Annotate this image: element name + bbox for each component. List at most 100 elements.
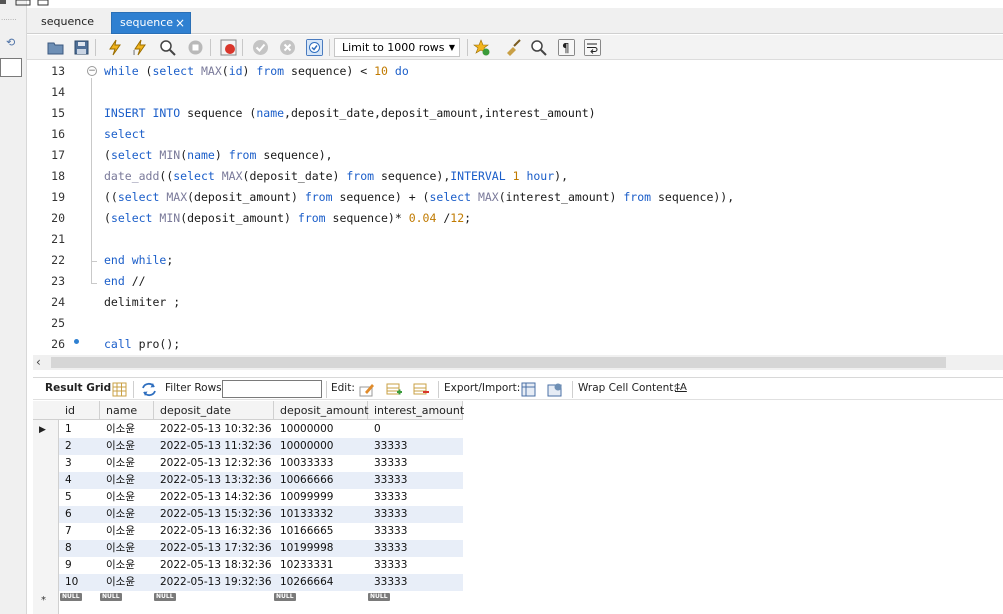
code-line[interactable]: 19 ((select MAX(deposit_amount) from sequ… (27, 187, 1003, 208)
table-cell[interactable]: 이소윤 (100, 574, 154, 591)
table-cell[interactable]: 33333 (368, 540, 463, 557)
table-cell[interactable]: 5 (59, 489, 100, 506)
toggle-error-stop-icon[interactable] (220, 39, 237, 56)
import-icon[interactable] (547, 382, 563, 397)
table-cell[interactable]: 2022-05-13 16:32:36 (154, 523, 274, 540)
beautify-brush-icon[interactable] (505, 39, 522, 56)
table-row[interactable]: 3 이소윤 2022-05-13 12:32:36 10033333 33333 (33, 455, 463, 472)
table-cell[interactable]: 2022-05-13 14:32:36 (154, 489, 274, 506)
table-cell[interactable]: 2 (59, 438, 100, 455)
splitter-grip[interactable]: ······· (1, 16, 17, 24)
schema-filter-input[interactable] (0, 58, 22, 77)
table-cell[interactable]: 33333 (368, 557, 463, 574)
sql-editor[interactable]: 13 while (select MAX(id) from sequence) <… (27, 61, 1003, 355)
tab-sequence-schema[interactable]: sequence (33, 12, 102, 34)
code-line[interactable]: 20 (select MIN(deposit_amount) from seque… (27, 208, 1003, 229)
table-cell[interactable]: 10099999 (274, 489, 368, 506)
table-cell[interactable]: 10000000 (274, 421, 368, 438)
table-cell[interactable]: 이소윤 (100, 506, 154, 523)
open-folder-icon[interactable] (47, 39, 64, 56)
table-row[interactable]: 7 이소윤 2022-05-13 16:32:36 10166665 33333 (33, 523, 463, 540)
table-cell[interactable]: 33333 (368, 574, 463, 591)
table-cell[interactable]: 10266664 (274, 574, 368, 591)
table-row[interactable]: 6 이소윤 2022-05-13 15:32:36 10133332 33333 (33, 506, 463, 523)
code-line[interactable]: 23 end // (27, 271, 1003, 292)
table-cell[interactable]: 33333 (368, 455, 463, 472)
table-cell[interactable]: 33333 (368, 523, 463, 540)
scrollbar-thumb[interactable] (51, 357, 946, 368)
add-snippet-star-icon[interactable] (473, 39, 490, 56)
refresh-arrows-icon[interactable] (141, 382, 157, 397)
table-row[interactable]: 8 이소윤 2022-05-13 17:32:36 10199998 33333 (33, 540, 463, 557)
word-wrap-icon[interactable] (584, 39, 601, 56)
table-cell[interactable]: 이소윤 (100, 557, 154, 574)
table-cell[interactable]: 0 (368, 421, 463, 438)
column-header-name[interactable]: name (100, 401, 154, 420)
table-cell[interactable]: 이소윤 (100, 489, 154, 506)
code-line[interactable]: 22 end while; (27, 250, 1003, 271)
execute-current-statement-icon[interactable]: I (132, 39, 149, 56)
table-cell[interactable]: 10066666 (274, 472, 368, 489)
table-cell[interactable]: 33333 (368, 506, 463, 523)
table-cell[interactable]: 2022-05-13 17:32:36 (154, 540, 274, 557)
code-line[interactable]: 13 while (select MAX(id) from sequence) <… (27, 61, 1003, 82)
code-line[interactable]: 17 (select MIN(name) from sequence), (27, 145, 1003, 166)
result-grid-label[interactable]: Result Grid (45, 382, 111, 394)
code-line[interactable]: 25 (27, 313, 1003, 334)
table-cell[interactable]: 10233331 (274, 557, 368, 574)
new-row-marker[interactable]: * (41, 595, 46, 606)
table-cell[interactable]: 8 (59, 540, 100, 557)
table-cell[interactable]: 이소윤 (100, 472, 154, 489)
null-placeholder-deposit-amount[interactable]: NULL (274, 593, 296, 601)
null-placeholder-deposit-date[interactable]: NULL (154, 593, 176, 601)
table-row[interactable]: 2 이소윤 2022-05-13 11:32:36 10000000 33333 (33, 438, 463, 455)
table-cell[interactable]: 이소윤 (100, 540, 154, 557)
commit-check-icon[interactable] (252, 39, 269, 56)
table-cell[interactable]: 6 (59, 506, 100, 523)
code-line[interactable]: 24 delimiter ; (27, 292, 1003, 313)
explain-magnifier-icon[interactable] (159, 39, 176, 56)
table-cell[interactable]: 2022-05-13 18:32:36 (154, 557, 274, 574)
table-cell[interactable]: 2022-05-13 15:32:36 (154, 506, 274, 523)
table-cell[interactable]: 33333 (368, 472, 463, 489)
table-cell[interactable]: 2022-05-13 11:32:36 (154, 438, 274, 455)
column-header-deposit-date[interactable]: deposit_date (154, 401, 274, 420)
code-line[interactable]: 14 (27, 82, 1003, 103)
column-header-id[interactable]: id (59, 401, 100, 420)
editor-horizontal-scrollbar[interactable]: ‹ (33, 355, 1003, 370)
table-cell[interactable]: 4 (59, 472, 100, 489)
table-row[interactable]: 9 이소윤 2022-05-13 18:32:36 10233331 33333 (33, 557, 463, 574)
table-cell[interactable]: 1 (59, 421, 100, 438)
column-header-interest-amount[interactable]: interest_amount (368, 401, 464, 420)
table-row[interactable]: 10 이소윤 2022-05-13 19:32:36 10266664 33333 (33, 574, 463, 591)
invisible-chars-pilcrow-icon[interactable]: ¶ (558, 39, 575, 56)
table-cell[interactable]: 10000000 (274, 438, 368, 455)
table-row[interactable]: 5 이소윤 2022-05-13 14:32:36 10099999 33333 (33, 489, 463, 506)
export-icon[interactable] (521, 382, 537, 397)
table-cell[interactable]: 10166665 (274, 523, 368, 540)
null-placeholder-id[interactable]: NULL (60, 593, 82, 601)
filter-rows-input[interactable] (222, 380, 322, 398)
execute-lightning-icon[interactable] (107, 39, 124, 56)
delete-row-icon[interactable] (413, 382, 429, 397)
null-placeholder-interest-amount[interactable]: NULL (368, 593, 390, 601)
table-cell[interactable]: 33333 (368, 438, 463, 455)
column-header-deposit-amount[interactable]: deposit_amount (274, 401, 369, 420)
code-line[interactable]: 21 (27, 229, 1003, 250)
wrap-cell-toggle-icon[interactable]: ‡A (675, 382, 687, 393)
code-line[interactable]: 15 INSERT INTO sequence (name,deposit_dat… (27, 103, 1003, 124)
save-icon[interactable] (73, 39, 90, 56)
code-line[interactable]: 26 call pro(); (27, 334, 1003, 355)
table-cell[interactable]: 9 (59, 557, 100, 574)
stop-icon[interactable] (187, 39, 204, 56)
row-limit-select[interactable]: Limit to 1000 rows ▼ (334, 38, 460, 57)
scroll-left-arrow-icon[interactable]: ‹ (36, 355, 41, 369)
code-line[interactable]: 18 date_add((select MAX(deposit_date) fro… (27, 166, 1003, 187)
table-cell[interactable]: 이소윤 (100, 455, 154, 472)
table-row[interactable]: 4 이소윤 2022-05-13 13:32:36 10066666 33333 (33, 472, 463, 489)
code-line[interactable]: 16 select (27, 124, 1003, 145)
add-row-icon[interactable] (386, 382, 402, 397)
refresh-icon[interactable]: ⟲ (6, 36, 15, 49)
table-cell[interactable]: 2022-05-13 13:32:36 (154, 472, 274, 489)
fold-toggle-icon[interactable]: − (87, 66, 97, 76)
